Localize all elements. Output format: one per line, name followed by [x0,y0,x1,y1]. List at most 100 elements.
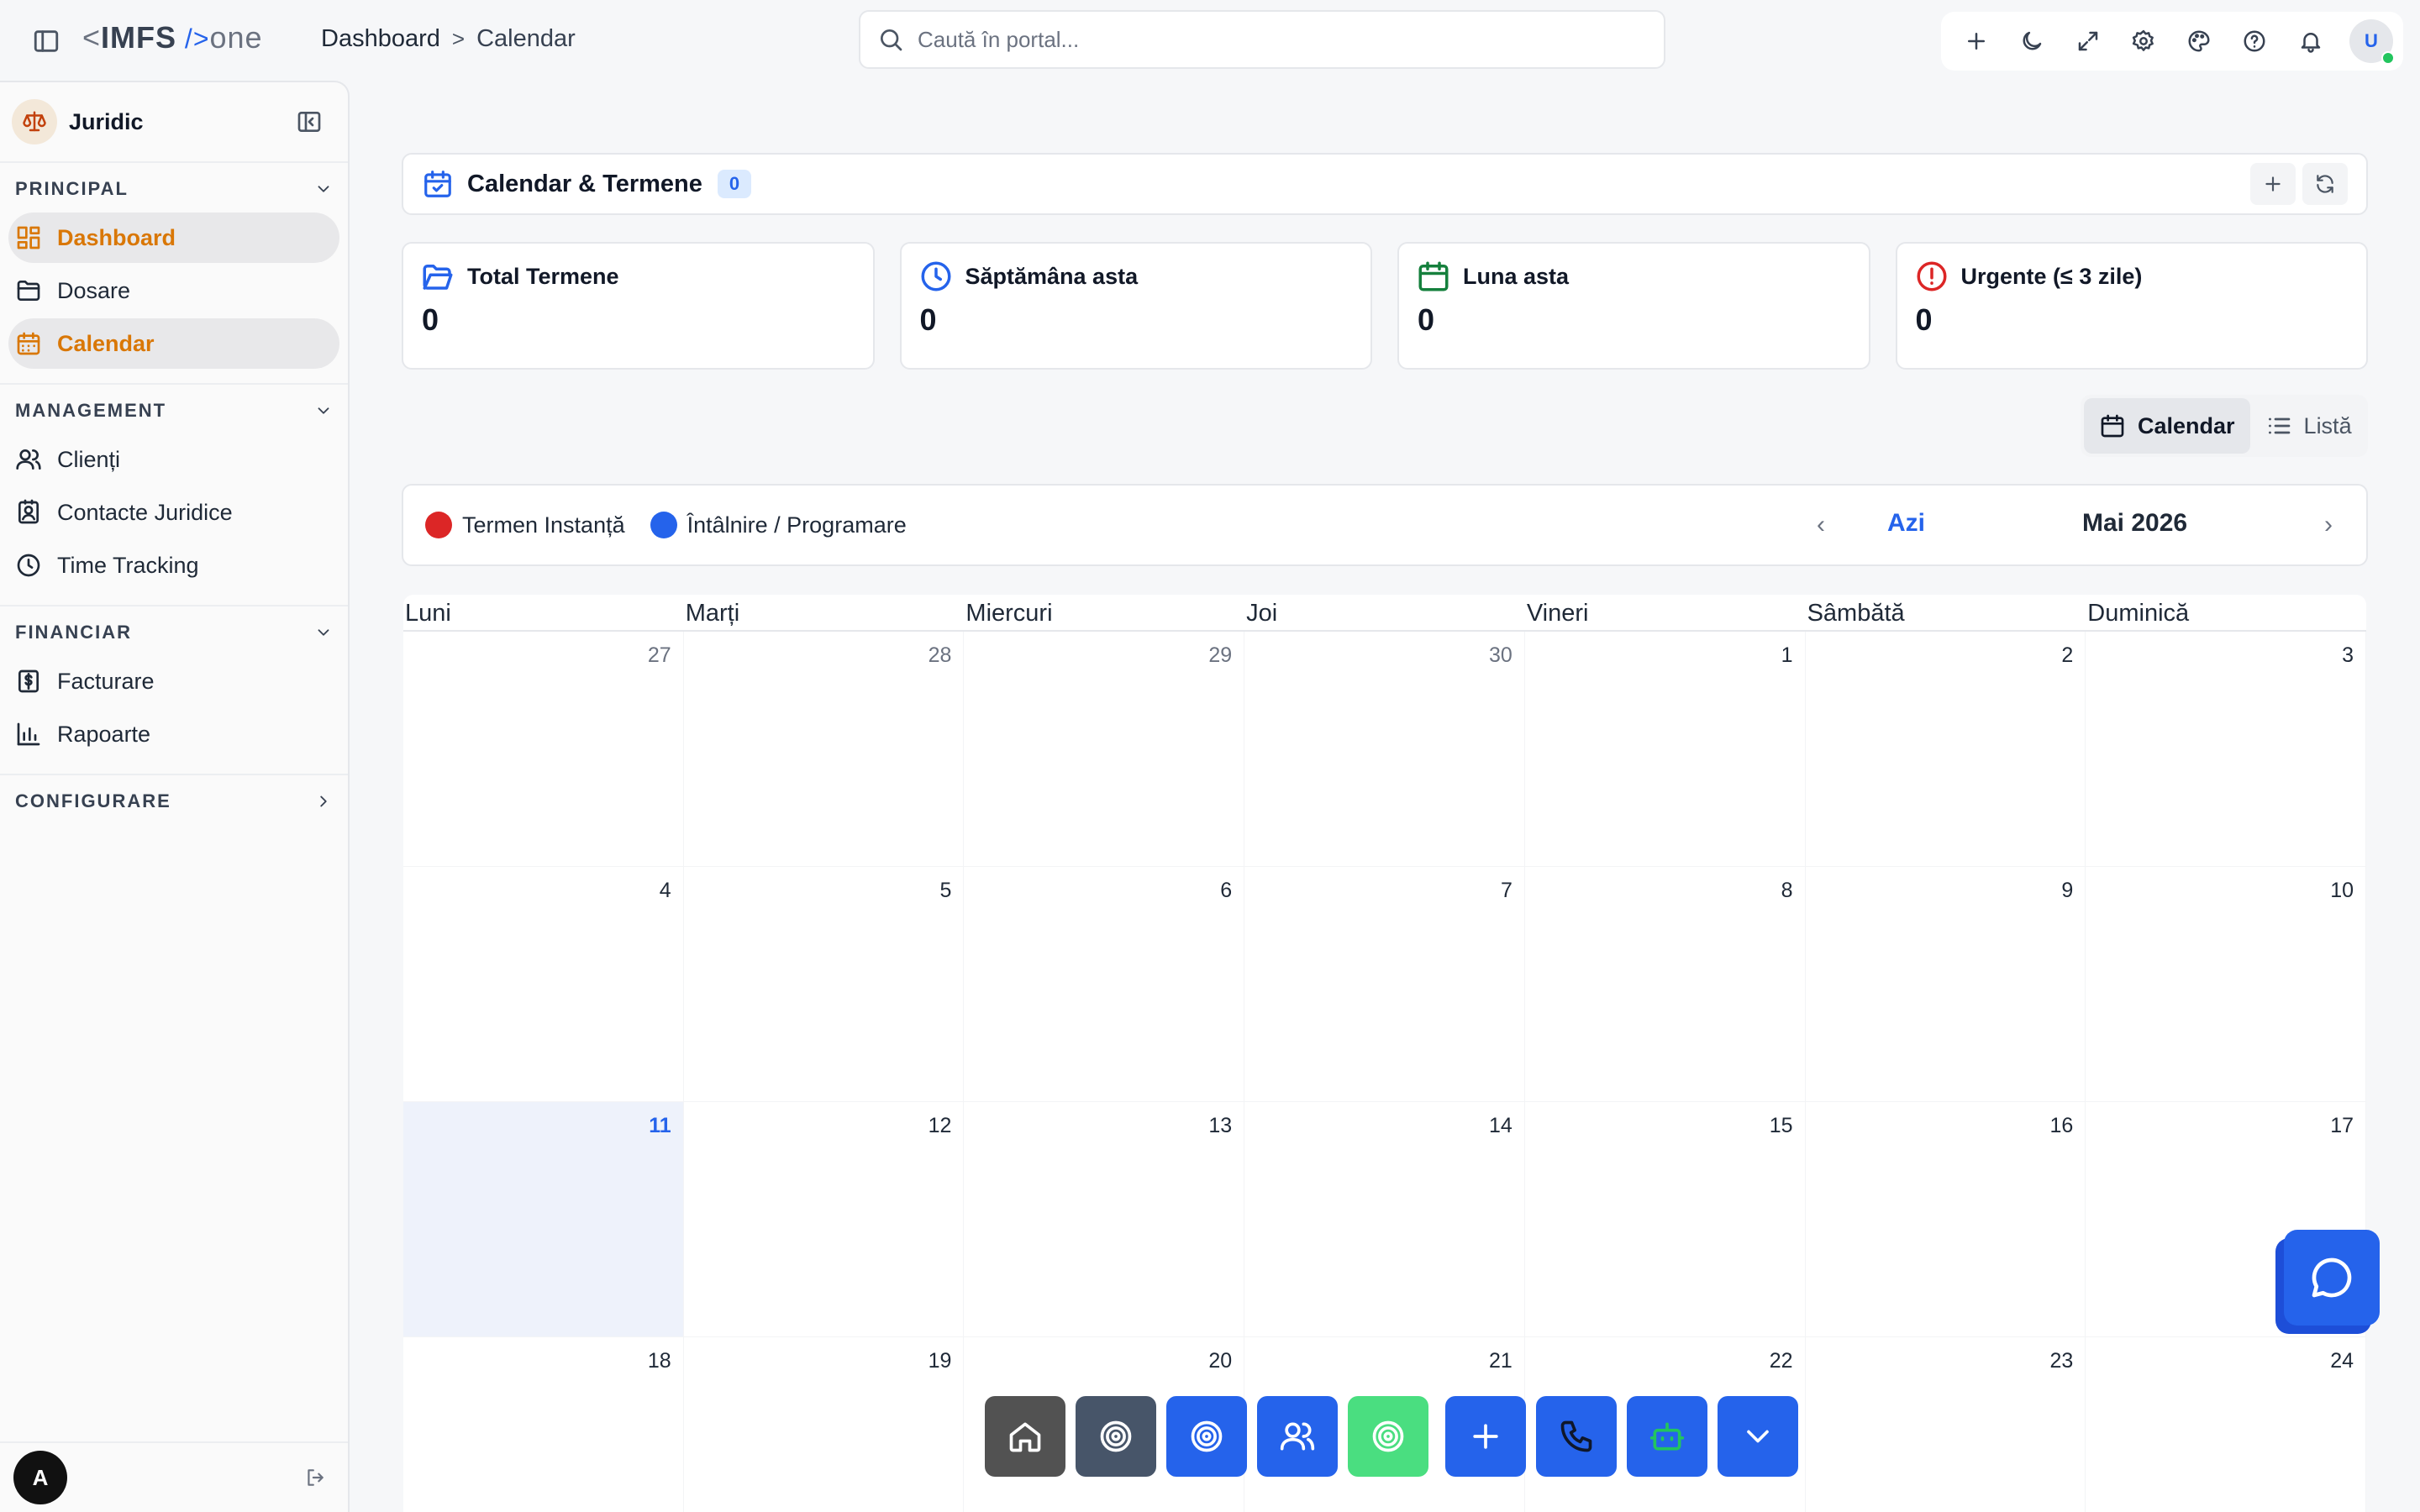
section-header-configurare[interactable]: CONFIGURARE [0,780,348,822]
scales-icon [12,99,57,144]
day-number: 5 [939,879,952,902]
target-icon [1100,1420,1132,1452]
calendar-day[interactable]: 30 [1244,632,1525,867]
calendar-day[interactable]: 19 [683,1337,965,1512]
calendar-day[interactable]: 15 [1524,1102,1806,1337]
bell-icon[interactable] [2294,24,2328,58]
calendar-day[interactable]: 3 [2086,632,2366,867]
calendar-day[interactable]: 8 [1524,867,1806,1102]
user-avatar[interactable]: A [13,1451,67,1504]
chart-icon [17,722,40,746]
app-logo[interactable]: <IMFS />one [82,20,263,55]
sidebar-item-facturare[interactable]: Facturare [8,656,339,706]
stats-row: Total Termene 0 Săptămâna asta 0 Luna as… [402,242,2368,370]
calendar-day[interactable]: 5 [683,867,965,1102]
sidebar-footer: A [0,1441,348,1512]
search-box[interactable] [859,10,1665,69]
refresh-button[interactable] [2302,163,2348,205]
home-button[interactable] [985,1396,1065,1477]
day-number: 27 [647,643,671,667]
chevron-down-icon [318,407,329,414]
sidebar-item-dashboard[interactable]: Dashboard [8,213,339,263]
today-button[interactable]: Azi [1887,509,1925,538]
calendar-day[interactable]: 18 [403,1337,684,1512]
day-number: 8 [1781,879,1793,902]
folder-open-icon [423,265,453,290]
weekday-label: Duminică [2087,600,2190,627]
phone-button[interactable] [1536,1396,1617,1477]
bot-icon [1649,1422,1685,1451]
alert-circle-icon [1917,261,1946,291]
gear-icon[interactable] [2127,24,2160,58]
plus-icon [1473,1424,1498,1449]
calendar-day-today[interactable]: 11 [403,1102,684,1337]
calendar-day[interactable]: 13 [964,1102,1245,1337]
calendar-view-button[interactable]: Calendar [2084,398,2250,454]
calendar-day[interactable]: 4 [403,867,684,1102]
calendar-icon [17,332,40,355]
users-button[interactable] [1257,1396,1338,1477]
sidebar-section-configurare: CONFIGURARE [0,775,348,834]
day-number: 13 [1208,1114,1233,1137]
calendar-day[interactable]: 16 [1805,1102,2086,1337]
bot-button[interactable] [1627,1396,1707,1477]
chat-icon [2312,1257,2352,1298]
stat-value: 0 [1418,302,1435,337]
sidebar-section-management: MANAGEMENT Clienți Contacte Juridice Tim… [0,385,348,606]
add-button[interactable] [1445,1396,1526,1477]
expand-icon[interactable] [2071,24,2105,58]
moon-icon[interactable] [2015,24,2049,58]
prev-month-button[interactable]: ‹ [1817,511,1825,539]
section-header-management[interactable]: MANAGEMENT [0,390,348,432]
calendar-day[interactable]: 7 [1244,867,1525,1102]
invoice-icon [18,669,39,693]
calendar-day[interactable]: 2 [1805,632,2086,867]
collapse-sidebar-icon[interactable] [296,108,323,135]
sidebar-section-principal: PRINCIPAL Dashboard Dosare Calendar [0,163,348,385]
calendar-day[interactable]: 9 [1805,867,2086,1102]
calendar-day[interactable]: 12 [683,1102,965,1337]
more-button[interactable] [1718,1396,1798,1477]
next-month-button[interactable]: › [2324,511,2333,539]
day-number: 3 [2342,643,2354,667]
user-avatar[interactable]: U [2349,19,2395,65]
sidebar-item-contacte-juridice[interactable]: Contacte Juridice [8,487,339,538]
sidebar-item-calendar[interactable]: Calendar [8,318,339,369]
palette-icon[interactable] [2182,24,2216,58]
calendar-day[interactable]: 14 [1244,1102,1525,1337]
section-header-principal[interactable]: PRINCIPAL [0,168,348,210]
calendar-day[interactable]: 10 [2086,867,2366,1102]
sidebar-toggle-icon[interactable] [32,27,60,55]
legend-nav-bar: Termen Instanță Întâlnire / Programare ‹… [402,484,2368,566]
calendar-day[interactable]: 23 [1805,1337,2086,1512]
logout-icon[interactable] [304,1467,326,1488]
calendar-day[interactable]: 1 [1524,632,1806,867]
list-view-button[interactable]: Listă [2250,398,2367,454]
contact-icon [18,499,39,524]
add-button[interactable] [2250,163,2296,205]
breadcrumb-dashboard[interactable]: Dashboard [321,25,440,53]
stat-value: 0 [422,302,439,337]
plus-icon[interactable] [1960,24,1993,58]
help-icon[interactable] [2238,24,2271,58]
sidebar-item-dosare[interactable]: Dosare [8,265,339,316]
sidebar-item-rapoarte[interactable]: Rapoarte [8,709,339,759]
chat-button[interactable] [2284,1230,2380,1326]
sidebar-item-clienti[interactable]: Clienți [8,434,339,485]
day-number: 1 [1781,643,1793,667]
day-number: 14 [1489,1114,1512,1137]
calendar-day[interactable]: 27 [403,632,684,867]
target-button[interactable] [1166,1396,1247,1477]
section-header-financiar[interactable]: FINANCIAR [0,612,348,654]
target-button[interactable] [1076,1396,1156,1477]
target-button[interactable] [1348,1396,1428,1477]
sidebar-item-time-tracking[interactable]: Time Tracking [8,540,339,591]
stat-value: 0 [1915,302,1933,337]
calendar-day[interactable]: 6 [964,867,1245,1102]
day-number: 16 [2049,1114,2074,1137]
calendar-day[interactable]: 29 [964,632,1245,867]
day-number: 20 [1208,1349,1233,1373]
calendar-day[interactable]: 28 [683,632,965,867]
search-input[interactable] [918,26,1640,53]
calendar-day[interactable]: 24 [2086,1337,2366,1512]
